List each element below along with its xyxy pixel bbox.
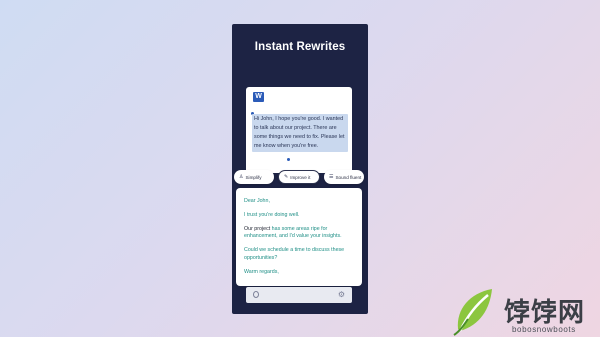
pen-icon: ✎ bbox=[284, 174, 289, 180]
simplify-button[interactable]: ♙ Simplify bbox=[234, 170, 274, 184]
document-card: W Hi John, I hope you're good. I wanted … bbox=[246, 87, 352, 173]
letter-greeting: Dear John, bbox=[244, 198, 270, 204]
simplify-label: Simplify bbox=[245, 174, 262, 180]
watermark-text: 饽饽网 bbox=[504, 298, 586, 328]
page-title: Instant Rewrites bbox=[254, 41, 346, 53]
sound-fluent-label: Sound fluent bbox=[335, 174, 362, 180]
input-bar[interactable]: ⚙ bbox=[246, 287, 352, 303]
letter-line-3: Could we schedule a time to discuss thes… bbox=[244, 247, 345, 261]
rewrite-card: Dear John, I trust you're doing well. Ou… bbox=[236, 188, 362, 286]
person-icon: ♙ bbox=[239, 174, 244, 180]
leaf-logo-icon bbox=[453, 289, 492, 336]
letter-line-2: Our project has some areas ripe for enha… bbox=[244, 226, 356, 242]
rewrite-text: Dear John, I trust you're doing well. Ou… bbox=[244, 198, 356, 283]
letter-closing: Warm regards, bbox=[244, 268, 279, 275]
watermark-subtext: bobosnowboots bbox=[512, 325, 576, 334]
sound-fluent-button[interactable]: ☰ Sound fluent bbox=[324, 170, 364, 184]
gear-icon[interactable]: ⚙ bbox=[338, 290, 345, 299]
watermark: 饽饽网 bobosnowboots bbox=[448, 285, 598, 337]
improve-label: Improve it bbox=[290, 174, 311, 180]
improve-button[interactable]: ✎ Improve it bbox=[278, 170, 320, 184]
rewrite-toolbar: ♙ Simplify ✎ Improve it ☰ Sound fluent bbox=[234, 170, 364, 186]
mic-icon[interactable] bbox=[253, 291, 259, 298]
letter-line-2-start: Our project bbox=[244, 225, 271, 232]
letter-line-1: I trust you're doing well. bbox=[244, 211, 300, 218]
selection-end-handle[interactable] bbox=[287, 158, 290, 161]
selected-text[interactable]: Hi John, I hope you're good. I wanted to… bbox=[252, 114, 348, 152]
list-icon: ☰ bbox=[329, 174, 334, 180]
word-icon: W bbox=[253, 92, 266, 102]
